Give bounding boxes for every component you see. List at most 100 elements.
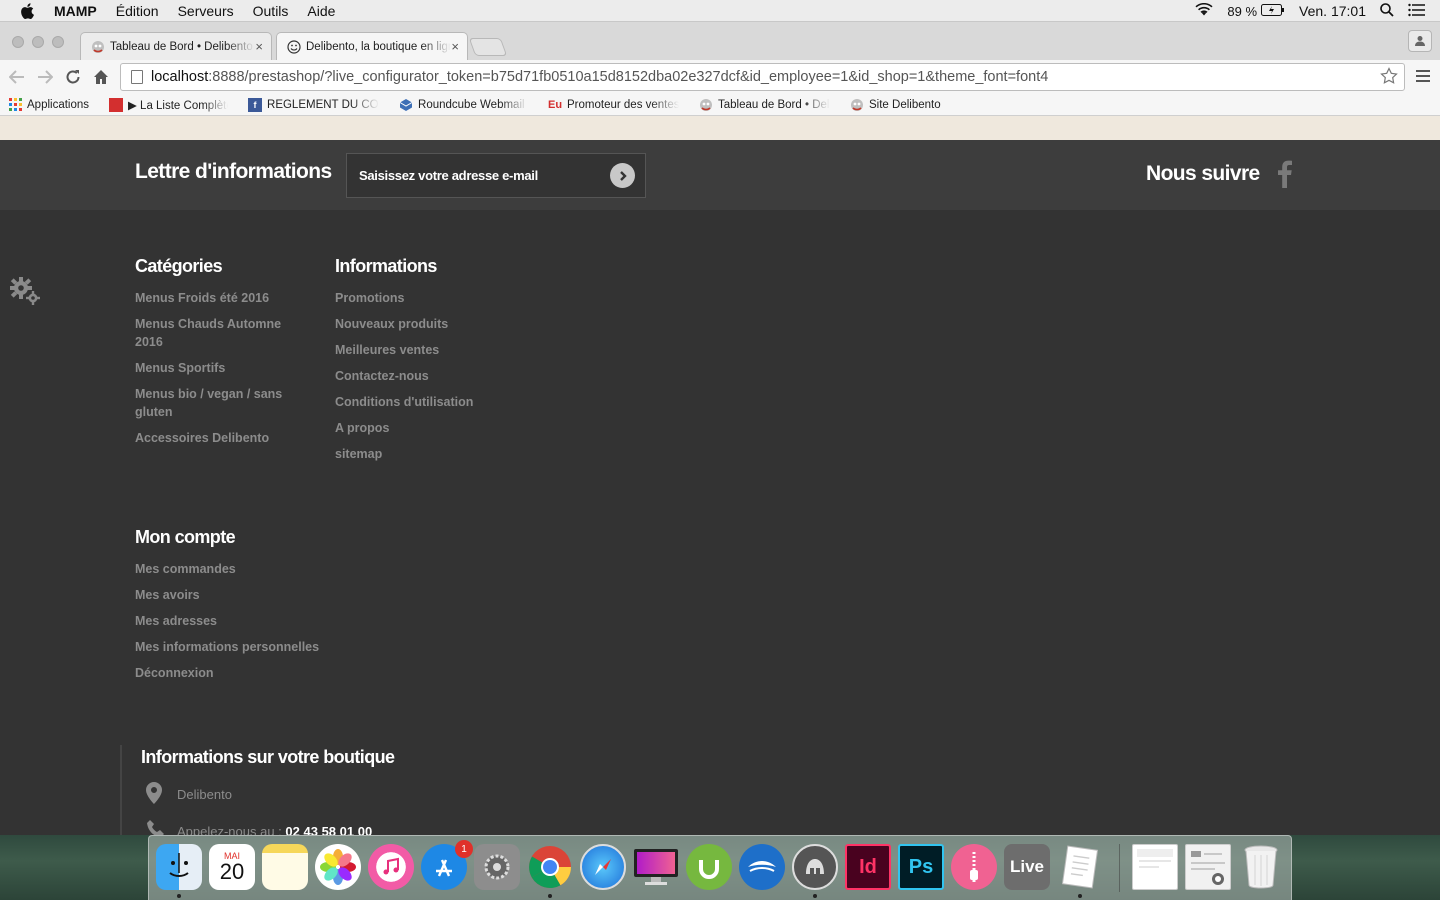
account-link[interactable]: Mes adresses [135, 612, 217, 630]
textedit-icon[interactable] [1057, 844, 1103, 890]
notification-center-icon[interactable] [1408, 3, 1426, 20]
bookmarks-bar: Applications ▶ La Liste Complète f RÈGLE… [0, 94, 1440, 116]
phone-number[interactable]: 02 43 58 01 00 [285, 824, 372, 835]
browser-toolbar: localhost:8888/prestashop/?live_configur… [0, 60, 1440, 94]
bookmark-label: ▶ La Liste Complète [128, 99, 229, 112]
bookmark-tableau-de-bord[interactable]: Tableau de Bord • Delibento [699, 98, 830, 112]
bookmark-reglement[interactable]: f RÈGLEMENT DU CONCOURS [248, 97, 379, 112]
reload-icon[interactable] [64, 68, 82, 86]
home-icon[interactable] [92, 68, 110, 86]
trash-icon[interactable] [1238, 844, 1284, 890]
forward-arrow-icon[interactable] [36, 68, 54, 86]
photos-icon[interactable] [315, 844, 361, 890]
chrome-icon[interactable] [527, 844, 573, 890]
app-store-icon[interactable]: 1 [421, 840, 473, 890]
info-link[interactable]: Promotions [335, 289, 404, 307]
menu-serveurs[interactable]: Serveurs [178, 3, 234, 19]
account-link[interactable]: Mes informations personnelles [135, 638, 319, 656]
bookmark-site-delibento[interactable]: Site Delibento [850, 98, 941, 112]
info-link[interactable]: sitemap [335, 445, 382, 463]
battery-icon[interactable] [1261, 3, 1285, 19]
facebook-icon[interactable] [1276, 160, 1294, 188]
system-preferences-icon[interactable] [474, 844, 520, 890]
eu-icon: Eu [547, 98, 563, 111]
phone-label: Appelez-nous au : [177, 824, 282, 835]
tab-close-icon[interactable]: × [255, 39, 263, 54]
archiver-icon[interactable] [951, 844, 997, 890]
tab-tableau-de-bord[interactable]: Tableau de Bord • Delibento × [80, 32, 272, 60]
dock: MAI 20 1 Id Ps Live [148, 835, 1292, 900]
newsletter-submit-button[interactable] [610, 163, 635, 188]
running-indicator [548, 894, 552, 898]
bookmark-label: Promoteur des ventes [567, 98, 680, 111]
menu-aide[interactable]: Aide [307, 3, 335, 19]
airmail-icon[interactable] [739, 844, 785, 890]
documents-stack-icon[interactable] [1132, 844, 1178, 890]
category-link[interactable]: Menus bio / vegan / sans gluten [135, 385, 305, 421]
bookmark-label: Roundcube Webmail [418, 98, 525, 111]
newsletter-email-input[interactable]: Saisissez votre adresse e-mail [346, 153, 646, 198]
info-link[interactable]: A propos [335, 419, 389, 437]
new-tab-button[interactable] [468, 38, 508, 56]
smiley-favicon-icon [287, 39, 301, 54]
running-indicator [813, 894, 817, 898]
window-minimize-button[interactable] [32, 36, 44, 48]
indesign-icon[interactable]: Id [845, 844, 891, 890]
category-link[interactable]: Accessoires Delibento [135, 429, 305, 447]
bookmark-label: Site Delibento [869, 98, 941, 111]
calendar-icon[interactable]: MAI 20 [209, 844, 255, 890]
account-link[interactable]: Déconnexion [135, 664, 214, 682]
utorrent-icon[interactable] [686, 844, 732, 890]
battery-percentage: 89 % [1227, 3, 1258, 19]
bookmark-label: Applications [27, 98, 90, 111]
info-link[interactable]: Nouveaux produits [335, 315, 448, 333]
safari-icon[interactable] [580, 844, 626, 890]
category-link[interactable]: Menus Froids été 2016 [135, 289, 305, 307]
apps-grid-icon [8, 98, 22, 112]
footer: Catégories Menus Froids été 2016 Menus C… [0, 210, 1440, 835]
clock[interactable]: Ven. 17:01 [1299, 3, 1366, 19]
menu-edition[interactable]: Édition [116, 3, 159, 19]
prestashop-icon [850, 98, 864, 112]
account-link[interactable]: Mes commandes [135, 560, 236, 578]
display-icon[interactable] [633, 844, 679, 890]
apple-icon[interactable] [20, 2, 38, 19]
dock-separator [1119, 844, 1120, 892]
browser-menu-icon[interactable] [1416, 70, 1430, 82]
notes-icon[interactable] [262, 844, 308, 890]
category-link[interactable]: Menus Sportifs [135, 359, 305, 377]
mamp-window-preview-icon[interactable] [1185, 844, 1231, 890]
store-info-divider [120, 745, 122, 835]
info-link[interactable]: Contactez-nous [335, 367, 429, 385]
bookmark-roundcube[interactable]: Roundcube Webmail [399, 98, 528, 112]
tab-delibento-boutique[interactable]: Delibento, la boutique en ligne × [276, 32, 468, 60]
back-arrow-icon[interactable] [8, 68, 26, 86]
wifi-icon[interactable] [1195, 3, 1213, 19]
info-link[interactable]: Meilleures ventes [335, 341, 439, 359]
profile-button[interactable] [1408, 30, 1432, 52]
bookmark-la-liste[interactable]: ▶ La Liste Complète [109, 97, 229, 112]
tab-close-icon[interactable]: × [451, 39, 459, 54]
menu-app-name[interactable]: MAMP [54, 3, 97, 19]
ableton-live-icon[interactable]: Live [1004, 844, 1050, 890]
gears-icon[interactable] [10, 276, 40, 306]
photoshop-icon[interactable]: Ps [898, 844, 944, 890]
bookmark-star-icon[interactable] [1380, 67, 1398, 89]
address-bar[interactable]: localhost:8888/prestashop/?live_configur… [120, 63, 1405, 91]
account-link[interactable]: Mes avoirs [135, 586, 200, 604]
bookmark-applications[interactable]: Applications [8, 98, 89, 112]
itunes-icon[interactable] [368, 844, 414, 890]
elephant-app-icon[interactable] [792, 844, 838, 890]
bookmark-promoteur[interactable]: Eu Promoteur des ventes [548, 98, 679, 112]
window-close-button[interactable] [12, 36, 24, 48]
window-zoom-button[interactable] [52, 36, 64, 48]
info-link[interactable]: Conditions d'utilisation [335, 393, 473, 411]
finder-icon[interactable] [156, 844, 202, 890]
category-link[interactable]: Menus Chauds Automne 2016 [135, 315, 305, 351]
running-indicator [1078, 894, 1082, 898]
spotlight-search-icon[interactable] [1380, 2, 1394, 20]
store-info-title: Informations sur votre boutique [141, 747, 395, 767]
menu-outils[interactable]: Outils [253, 3, 289, 19]
page-icon [131, 70, 143, 84]
informations-title: Informations [335, 256, 437, 276]
